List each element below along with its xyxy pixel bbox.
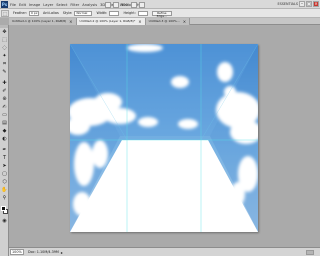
application-bar: Ps File Edit Image Layer Select Filter A… — [0, 0, 320, 9]
type-tool[interactable]: T — [1, 155, 8, 162]
tools-panel: ✥ ⬚ ◌ ✦ ⌗ ✎ ✚ ✐ ⊕ ✍ ▭ ▤ ◆ ◐ ✒ T ➤ ▢ ⬡ ✋ … — [0, 25, 9, 256]
3d-icon: ⬡ — [2, 179, 7, 185]
feather-input[interactable]: 0 px — [28, 10, 39, 16]
quick-mask-icon: ◉ — [2, 218, 7, 224]
foreground-color-swatch[interactable] — [1, 206, 6, 211]
height-input[interactable] — [137, 10, 148, 16]
tab-label: Untitled-1 @ 100% (Layer 1, RGB/8) — [12, 19, 67, 23]
history-brush-tool[interactable]: ✍ — [1, 104, 8, 111]
screen-mode-button[interactable] — [138, 1, 145, 8]
marquee-icon: ⬚ — [2, 37, 7, 43]
quick-selection-icon: ✦ — [2, 53, 7, 59]
menu-select[interactable]: Select — [56, 3, 67, 7]
tab-document-2[interactable]: Untitled-2 @ 100% (Layer 1, RGB/8)* × — [76, 18, 146, 25]
pen-tool[interactable]: ✒ — [1, 147, 8, 154]
close-tab-icon[interactable]: × — [183, 18, 186, 25]
crop-icon: ⌗ — [3, 61, 6, 67]
3d-rotate-tool[interactable]: ⬡ — [1, 179, 8, 186]
horizontal-scrollbar[interactable] — [306, 249, 314, 255]
history-brush-icon: ✍ — [2, 104, 7, 110]
tab-label: Untitled-3 @ 100%... — [148, 19, 180, 23]
launch-bridge-button[interactable] — [105, 1, 111, 8]
clone-stamp-tool[interactable]: ⊕ — [1, 96, 8, 103]
close-tab-icon[interactable]: × — [138, 18, 141, 25]
healing-brush-tool[interactable]: ✚ — [1, 80, 8, 87]
clone-stamp-icon: ⊕ — [2, 96, 7, 102]
document-canvas[interactable] — [70, 44, 258, 232]
close-tab-icon[interactable]: × — [69, 18, 72, 25]
document-tabs: Untitled-1 @ 100% (Layer 1, RGB/8) × Unt… — [9, 18, 320, 25]
style-label: Style: — [62, 11, 73, 15]
sky-room-image — [70, 44, 258, 232]
panel-grip[interactable] — [0, 25, 8, 28]
healing-brush-icon: ✚ — [2, 80, 7, 86]
gradient-tool[interactable]: ▤ — [1, 120, 8, 127]
arrange-documents-button[interactable] — [130, 1, 137, 8]
menu-file[interactable]: File — [10, 3, 16, 7]
refine-edge-button[interactable]: Refine Edge... — [151, 10, 172, 17]
zoom-tool[interactable]: ⚲ — [1, 195, 8, 202]
path-selection-tool[interactable]: ➤ — [1, 163, 8, 170]
launch-mini-bridge-button[interactable] — [113, 1, 119, 8]
eraser-icon: ▭ — [2, 112, 7, 118]
type-icon: T — [2, 155, 7, 161]
status-menu-arrow-icon[interactable]: ▸ — [61, 250, 63, 255]
app-bar-tools: 100 — [105, 1, 147, 8]
menu-analysis[interactable]: Analysis — [82, 3, 97, 7]
menu-filter[interactable]: Filter — [70, 3, 79, 7]
tool-preset-picker[interactable]: ⬚ — [1, 9, 9, 17]
dodge-icon: ◐ — [2, 136, 7, 142]
quick-selection-tool[interactable]: ✦ — [1, 53, 8, 60]
close-button[interactable]: × — [313, 1, 319, 7]
hand-tool[interactable]: ✋ — [1, 187, 8, 194]
hand-icon: ✋ — [1, 187, 8, 193]
quick-mask-button[interactable]: ◉ — [1, 218, 8, 225]
move-icon: ✥ — [2, 29, 7, 35]
dodge-tool[interactable]: ◐ — [1, 136, 8, 143]
blur-icon: ◆ — [2, 128, 7, 134]
tab-document-3[interactable]: Untitled-3 @ 100%... × — [145, 18, 191, 25]
shape-tool[interactable]: ▢ — [1, 171, 8, 178]
zoom-level-dropdown[interactable]: 100 — [121, 3, 128, 7]
maximize-button[interactable]: □ — [306, 1, 312, 7]
gradient-icon: ▤ — [2, 120, 7, 126]
options-bar: ⬚ Feather: 0 px Anti-alias Style: Normal… — [0, 9, 320, 18]
menu-edit[interactable]: Edit — [19, 3, 26, 7]
minimize-button[interactable]: – — [299, 1, 305, 7]
blur-tool[interactable]: ◆ — [1, 128, 8, 135]
lasso-icon: ◌ — [2, 45, 7, 51]
photoshop-logo: Ps — [1, 1, 8, 8]
window-controls: – □ × — [298, 1, 319, 7]
marquee-icon: ⬚ — [3, 10, 7, 16]
width-label: Width: — [96, 11, 108, 15]
menu-layer[interactable]: Layer — [43, 3, 53, 7]
brush-tool[interactable]: ✐ — [1, 88, 8, 95]
width-input[interactable] — [109, 10, 120, 16]
document-size-info: Doc: 1.10M/4.39M — [28, 250, 59, 254]
canvas-area[interactable] — [9, 26, 320, 247]
eyedropper-tool[interactable]: ✎ — [1, 69, 8, 76]
style-select[interactable]: Normal — [74, 10, 93, 16]
eyedropper-icon: ✎ — [2, 69, 7, 75]
eraser-tool[interactable]: ▭ — [1, 112, 8, 119]
move-tool[interactable]: ✥ — [1, 29, 8, 36]
zoom-percentage-field[interactable]: 100% — [10, 249, 24, 255]
lasso-tool[interactable]: ◌ — [1, 45, 8, 52]
feather-label: Feather: — [13, 11, 27, 15]
brush-icon: ✐ — [2, 88, 7, 94]
pen-icon: ✒ — [2, 147, 7, 153]
menu-image[interactable]: Image — [29, 3, 40, 7]
workspace-switcher[interactable]: ESSENTIALS — [277, 2, 298, 6]
status-bar: 100% Doc: 1.10M/4.39M ▸ — [9, 247, 320, 256]
zoom-icon: ⚲ — [2, 195, 7, 201]
height-label: Height: — [123, 11, 136, 15]
antialias-checkbox[interactable]: Anti-alias — [43, 11, 59, 15]
path-selection-icon: ➤ — [2, 163, 7, 169]
shape-icon: ▢ — [2, 171, 7, 177]
marquee-tool[interactable]: ⬚ — [1, 37, 8, 44]
tab-document-1[interactable]: Untitled-1 @ 100% (Layer 1, RGB/8) × — [9, 18, 77, 25]
tab-label: Untitled-2 @ 100% (Layer 1, RGB/8)* — [79, 19, 136, 23]
color-swatches — [0, 205, 9, 217]
crop-tool[interactable]: ⌗ — [1, 61, 8, 68]
